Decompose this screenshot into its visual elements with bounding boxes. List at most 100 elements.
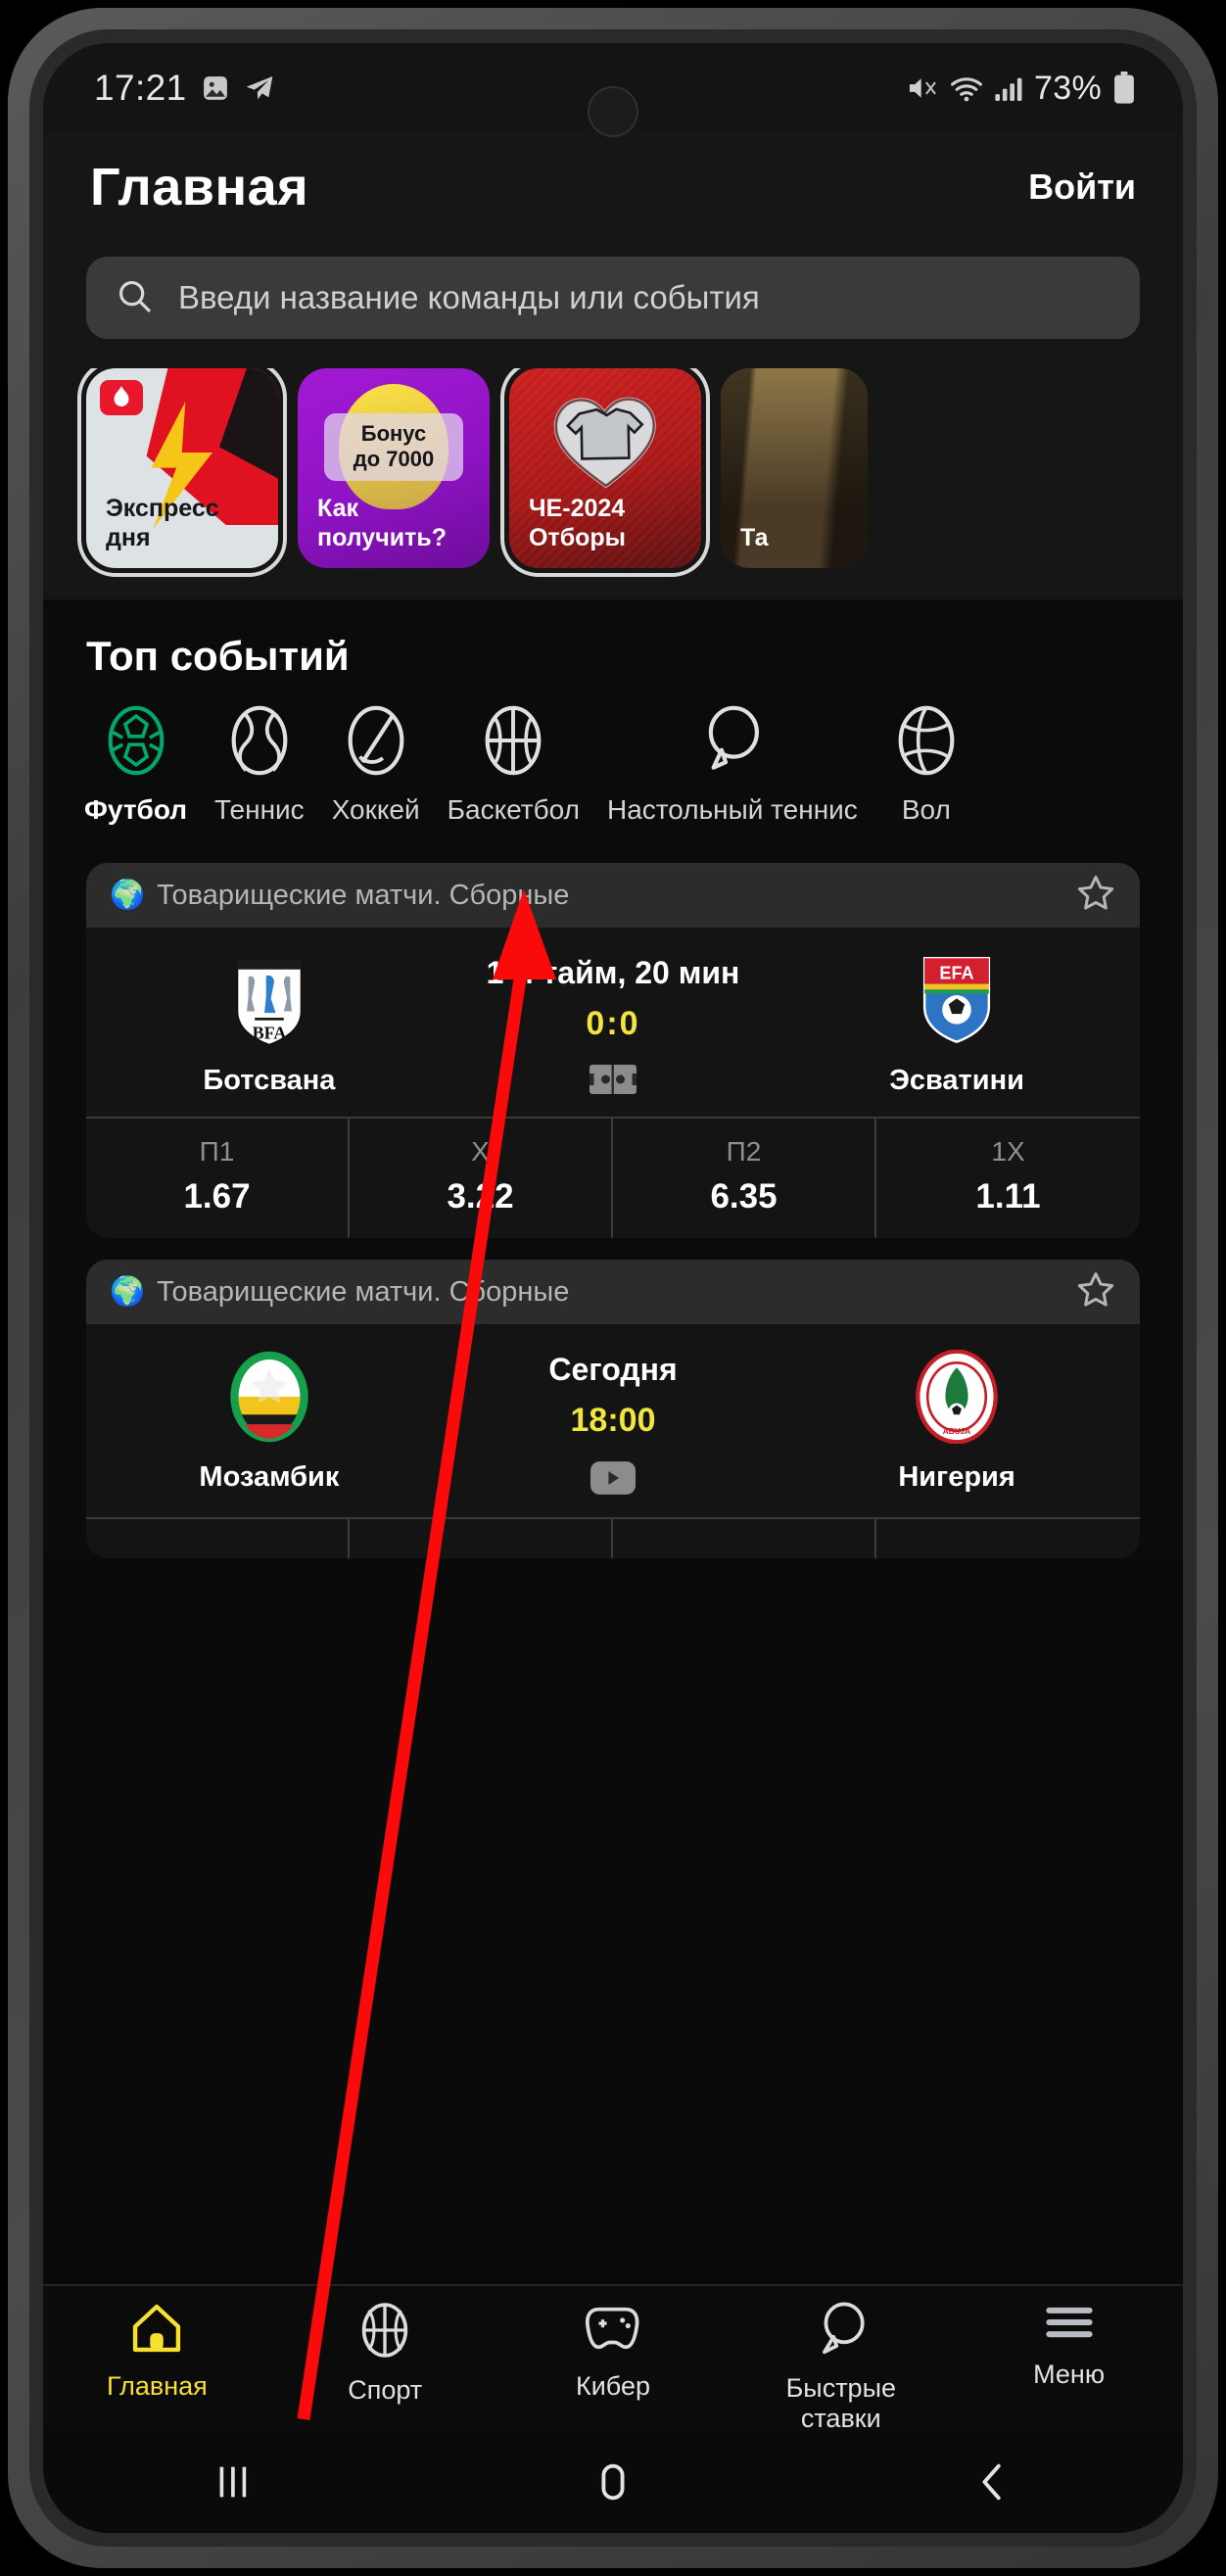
svg-text:EFA: EFA: [940, 964, 974, 983]
search-input[interactable]: [178, 279, 1110, 316]
odds-cell[interactable]: [613, 1519, 876, 1558]
match-card[interactable]: 🌍 Товарищеские матчи. Сборные: [86, 1260, 1140, 1558]
promo-label: Как получить?: [317, 495, 447, 551]
nav-label: Главная: [107, 2371, 208, 2401]
hockey-puck-icon: [346, 705, 406, 781]
promo-label: ЧЕ-2024 Отборы: [529, 495, 627, 551]
nav-label: Спорт: [348, 2375, 423, 2405]
tennis-icon: [229, 705, 290, 781]
promo-card-express[interactable]: Экспресс дня: [77, 368, 287, 577]
search-section: [43, 241, 1183, 368]
svg-text:BFA: BFA: [253, 1023, 287, 1042]
odds-row[interactable]: П1 1.67 X 3.22 П2 6.35 1X 1.11: [86, 1117, 1140, 1238]
odds-cell[interactable]: 1X 1.11: [876, 1119, 1140, 1238]
section-title-top-events: Топ событий: [86, 633, 350, 679]
odds-key: П1: [199, 1136, 235, 1167]
star-outline-icon[interactable]: [1075, 1269, 1116, 1315]
odds-value: 6.35: [710, 1177, 778, 1216]
bottom-navigation[interactable]: Главная Спорт Кибер Быстрые ставки Меню: [43, 2284, 1183, 2434]
star-outline-icon[interactable]: [1075, 873, 1116, 919]
flame-badge-icon: [100, 380, 143, 415]
status-bar-left: 17:21: [94, 68, 275, 109]
gamepad-icon: [585, 2302, 641, 2360]
nav-item-fast-bets[interactable]: Быстрые ставки: [727, 2302, 955, 2434]
nigeria-logo: ABUJA: [914, 1350, 1000, 1444]
battery-icon: [1112, 72, 1136, 105]
odds-cell[interactable]: [876, 1519, 1140, 1558]
nav-item-sport[interactable]: Спорт: [271, 2302, 499, 2406]
team-name: Ботсвана: [203, 1065, 336, 1096]
video-play-icon[interactable]: [590, 1461, 636, 1500]
league-name: Товарищеские матчи. Сборные: [157, 1275, 570, 1308]
home-icon: [130, 2302, 183, 2360]
match-league-header[interactable]: 🌍 Товарищеские матчи. Сборные: [86, 1260, 1140, 1324]
nav-label: Меню: [1033, 2360, 1106, 2389]
signal-icon: [994, 75, 1023, 101]
odds-value: 3.22: [447, 1177, 514, 1216]
sport-item-tennis[interactable]: Теннис: [201, 705, 318, 826]
image-icon: [201, 73, 230, 103]
pingpong-icon: [815, 2302, 868, 2361]
nav-item-menu[interactable]: Меню: [955, 2302, 1183, 2390]
promo-card-partial[interactable]: Та: [721, 368, 868, 568]
away-team: ABUJA Нигерия: [787, 1350, 1126, 1494]
nav-item-cyber[interactable]: Кибер: [499, 2302, 728, 2402]
sport-item-volleyball[interactable]: Вол: [872, 705, 981, 826]
efa-shield-logo: EFA: [914, 953, 1000, 1047]
match-body: Мозамбик Сегодня 18:00 ABUJA Нигерия: [86, 1324, 1140, 1517]
match-center-info: Сегодня 18:00: [439, 1350, 787, 1500]
match-card[interactable]: 🌍 Товарищеские матчи. Сборные: [86, 863, 1140, 1238]
team-name: Эсватини: [889, 1065, 1024, 1096]
back-icon[interactable]: [803, 2459, 1183, 2504]
search-box[interactable]: [86, 257, 1140, 339]
home-pill-icon[interactable]: [423, 2459, 803, 2504]
nav-label: Кибер: [575, 2371, 650, 2401]
promo-label: Экспресс дня: [106, 495, 219, 551]
match-score: 0:0: [586, 1005, 640, 1042]
globe-icon: 🌍: [110, 1276, 146, 1308]
match-status: Сегодня: [548, 1352, 678, 1387]
bonus-amount-pill: Бонус до 7000: [324, 413, 463, 481]
mute-icon: [906, 73, 939, 103]
odds-row-partial[interactable]: [86, 1517, 1140, 1558]
odds-cell[interactable]: П2 6.35: [613, 1119, 876, 1238]
status-bar-right: 73%: [906, 70, 1136, 108]
promo-carousel[interactable]: Экспресс дня Бонус до 7000 Как получить?…: [43, 368, 1183, 599]
sport-item-hockey[interactable]: Хоккей: [318, 705, 434, 826]
odds-value: 1.67: [183, 1177, 251, 1216]
odds-cell[interactable]: [350, 1519, 613, 1558]
bfa-shield-logo: BFA: [226, 953, 312, 1047]
svg-text:ABUJA: ABUJA: [943, 1427, 970, 1436]
recents-icon[interactable]: [43, 2459, 423, 2504]
odds-cell[interactable]: X 3.22: [350, 1119, 613, 1238]
sport-item-table-tennis[interactable]: Настольный теннис: [593, 705, 872, 826]
nav-item-home[interactable]: Главная: [43, 2302, 271, 2402]
sports-filter-row[interactable]: Футбол Теннис Хоккей Баскетбол Настольны…: [43, 705, 1183, 841]
phone-frame: 17:21 73% Главная Войти Введи название к…: [8, 8, 1218, 2568]
heart-jersey-icon: [551, 389, 659, 489]
team-name: Нигерия: [898, 1461, 1015, 1493]
basketball-icon: [483, 705, 543, 781]
hamburger-icon: [1043, 2302, 1096, 2348]
app-header: Главная Войти: [43, 133, 1183, 241]
promo-card-euro-2024[interactable]: ЧЕ-2024 Отборы: [500, 368, 710, 577]
status-bar: 17:21 73%: [43, 43, 1183, 137]
volleyball-icon: [896, 705, 957, 781]
sport-item-basketball[interactable]: Баскетбол: [434, 705, 593, 826]
sport-label: Вол: [901, 794, 951, 825]
match-league-header[interactable]: 🌍 Товарищеские матчи. Сборные: [86, 863, 1140, 928]
pitch-stats-icon[interactable]: [589, 1065, 637, 1099]
mozambique-logo: [226, 1350, 312, 1444]
promo-card-bonus[interactable]: Бонус до 7000 Как получить?: [298, 368, 490, 568]
match-time: 18:00: [570, 1402, 656, 1439]
login-button[interactable]: Войти: [1028, 167, 1136, 208]
odds-cell[interactable]: П1 1.67: [86, 1119, 350, 1238]
phone-bezel: 17:21 73% Главная Войти Введи название к…: [29, 29, 1197, 2547]
sport-label: Футбол: [84, 794, 188, 825]
odds-cell[interactable]: [86, 1519, 350, 1558]
match-center-info: 1-й тайм, 20 мин 0:0: [439, 953, 787, 1099]
system-navigation-bar[interactable]: [43, 2431, 1183, 2533]
match-body: BFA Ботсвана 1-й тайм, 20 мин 0:0 EFA Эс…: [86, 928, 1140, 1117]
home-team: Мозамбик: [100, 1350, 439, 1494]
sport-item-football[interactable]: Футбол: [71, 705, 201, 826]
